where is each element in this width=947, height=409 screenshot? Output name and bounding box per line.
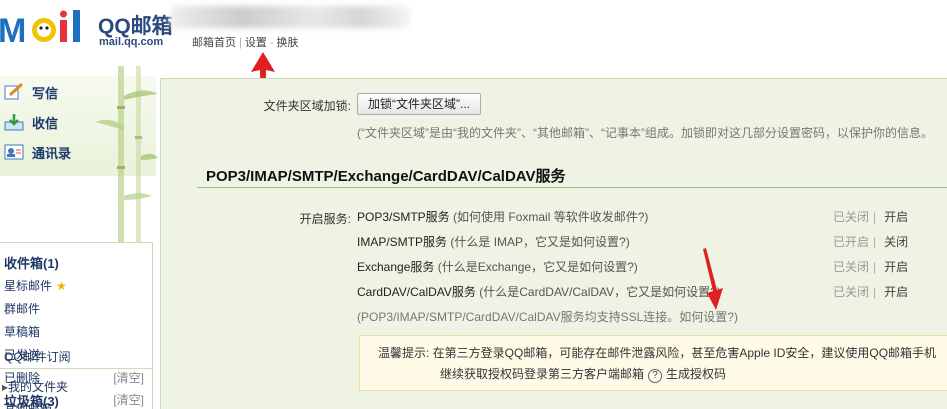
qq-mail-logo[interactable]: M — [0, 6, 95, 50]
clear-spam-link[interactable]: [清空] — [113, 391, 144, 408]
help-icon[interactable]: ? — [648, 369, 663, 383]
nav-contacts[interactable]: 通讯录 — [0, 140, 71, 164]
help-link[interactable]: (什么是Exchange，它又是如何设置?) — [438, 260, 638, 274]
warning-tip-box: 温馨提示: 在第三方登录QQ邮箱，可能存在邮件泄露风险，甚至危害Apple ID… — [359, 335, 947, 391]
nav-receive[interactable]: 收信 — [0, 110, 58, 134]
ssl-note: (POP3/IMAP/SMTP/CardDAV/CalDAV服务均支持SSL连接… — [357, 310, 738, 324]
logo-domain: mail.qq.com — [99, 36, 164, 48]
section-title: POP3/IMAP/SMTP/Exchange/CardDAV/CalDAV服务 — [206, 168, 566, 185]
link-settings[interactable]: 设置 — [245, 37, 267, 49]
tip-line-1: 温馨提示: 在第三方登录QQ邮箱，可能存在邮件泄露风险，甚至危害Apple ID… — [378, 346, 937, 360]
nav-compose-label: 写信 — [32, 85, 59, 101]
help-link[interactable]: (如何使用 Foxmail 等软件收发邮件?) — [453, 210, 648, 224]
service-imap-status: 已开启 | 关闭 — [833, 235, 909, 249]
service-imap: IMAP/SMTP服务 (什么是 IMAP，它又是如何设置?) — [357, 235, 630, 249]
service-pop3-status: 已关闭 | 开启 — [833, 210, 909, 224]
link-home[interactable]: 邮箱首页 — [192, 37, 236, 49]
qq-mail-settings-window: M QQ邮箱 mail.qq.com 邮箱首页 | 设置 - 换肤 写信 收信 … — [0, 0, 947, 409]
folder-my-folders[interactable]: ▸我的文件夹 — [2, 378, 68, 395]
sidebar: 写信 收信 通讯录 收件箱(1) 星标邮件 ★ 群邮件 草稿箱 已发送 已删除 … — [0, 66, 158, 409]
folder-qq-subscription[interactable]: QQ邮件订阅 — [4, 348, 71, 365]
generate-auth-code-link[interactable]: 生成授权码 — [666, 367, 726, 381]
settings-panel: 文件夹区域加锁: 加锁“文件夹区域”... (“文件夹区域”是由“我的文件夹”、… — [160, 78, 947, 409]
disable-imap-link[interactable]: 关闭 — [884, 235, 908, 249]
star-icon: ★ — [56, 279, 67, 293]
folder-divider — [0, 368, 153, 369]
link-skin[interactable]: 换肤 — [277, 37, 299, 49]
enable-pop3-link[interactable]: 开启 — [884, 210, 908, 224]
contacts-icon — [4, 144, 24, 160]
help-link[interactable]: (什么是CardDAV/CalDAV，它又是如何设置?) — [479, 285, 721, 299]
clear-deleted-link[interactable]: [清空] — [113, 369, 144, 386]
service-carddav: CardDAV/CalDAV服务 (什么是CardDAV/CalDAV，它又是如… — [357, 285, 721, 299]
header: M QQ邮箱 mail.qq.com 邮箱首页 | 设置 - 换肤 — [0, 0, 947, 66]
enable-exchange-link[interactable]: 开启 — [884, 260, 908, 274]
folder-inbox[interactable]: 收件箱(1) — [4, 253, 59, 272]
compose-icon — [4, 83, 24, 100]
service-exchange: Exchange服务 (什么是Exchange，它又是如何设置?) — [357, 260, 638, 274]
section-divider — [197, 187, 947, 188]
enable-service-label: 开启服务: — [299, 212, 351, 226]
folder-starred[interactable]: 星标邮件 ★ — [4, 277, 67, 294]
bamboo-decoration — [96, 66, 158, 242]
svg-text:M: M — [0, 12, 26, 50]
folder-lock-hint: (“文件夹区域”是由“我的文件夹”、“其他邮箱”、“记事本”组成。加锁即对这几部… — [357, 126, 933, 140]
folder-other-mailbox[interactable]: 其他邮箱 — [4, 400, 52, 409]
enable-carddav-link[interactable]: 开启 — [884, 285, 908, 299]
inbox-download-icon — [4, 114, 24, 131]
folder-drafts[interactable]: 草稿箱 — [4, 323, 40, 340]
nav-receive-label: 收信 — [32, 115, 59, 131]
blurred-account-info — [170, 6, 410, 28]
folder-group[interactable]: 群邮件 — [4, 300, 40, 317]
tip-line-2: 继续获取授权码登录第三方客户端邮箱? 生成授权码 — [440, 367, 727, 383]
help-link[interactable]: (什么是 IMAP，它又是如何设置?) — [450, 235, 629, 249]
top-links: 邮箱首页 | 设置 - 换肤 — [192, 37, 299, 49]
service-pop3: POP3/SMTP服务 (如何使用 Foxmail 等软件收发邮件?) — [357, 210, 649, 224]
folder-lock-label: 文件夹区域加锁: — [263, 99, 351, 113]
lock-folder-area-button[interactable]: 加锁“文件夹区域”... — [357, 93, 481, 115]
service-exchange-status: 已关闭 | 开启 — [833, 260, 909, 274]
annotation-arrow-ssl — [703, 248, 723, 310]
service-carddav-status: 已关闭 | 开启 — [833, 285, 909, 299]
nav-contacts-label: 通讯录 — [32, 145, 72, 161]
nav-compose[interactable]: 写信 — [0, 80, 58, 104]
